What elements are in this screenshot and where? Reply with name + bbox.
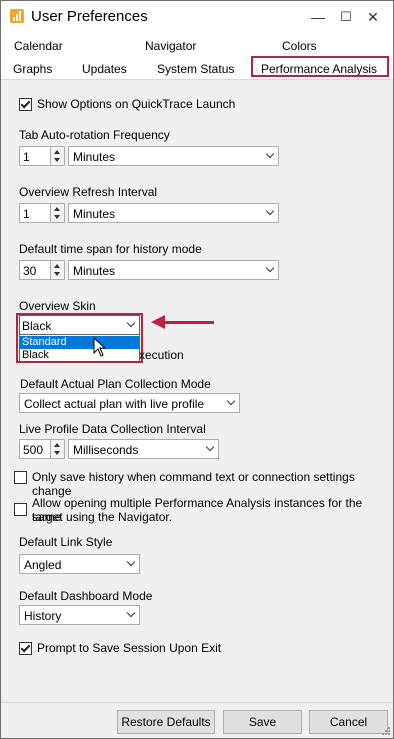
live-profile-unit-value: Milliseconds — [73, 443, 139, 457]
active-tab-highlight — [251, 56, 389, 77]
annotation-arrow-shaft — [164, 321, 214, 324]
maximize-button[interactable]: ☐ — [331, 6, 361, 28]
chevron-down-icon — [126, 557, 136, 567]
tab-rotation-value: 1 — [23, 150, 30, 164]
overview-refresh-unit-value: Minutes — [73, 207, 116, 221]
tab-system-status[interactable]: System Status — [157, 62, 234, 76]
overview-skin-label: Overview Skin — [19, 299, 96, 313]
prompt-save-label: Prompt to Save Session Upon Exit — [37, 641, 222, 655]
live-profile-stepper[interactable]: 500 — [19, 439, 65, 459]
stepper-arrows-icon[interactable] — [50, 440, 64, 458]
history-span-unit-select[interactable]: Minutes — [68, 260, 279, 280]
live-profile-label: Live Profile Data Collection Interval — [19, 422, 206, 436]
live-profile-value: 500 — [23, 443, 44, 457]
link-style-label: Default Link Style — [19, 535, 113, 549]
close-button[interactable]: ✕ — [358, 6, 388, 28]
only-save-history-label: Only save history when command text or c… — [32, 470, 355, 498]
save-button[interactable]: Save — [223, 710, 302, 734]
plan-mode-label: Default Actual Plan Collection Mode — [20, 377, 211, 391]
stepper-arrows-icon[interactable] — [50, 147, 64, 165]
tab-navigator[interactable]: Navigator — [145, 39, 196, 53]
show-options-label: Show Options on QuickTrace Launch — [37, 97, 236, 111]
overview-refresh-value: 1 — [23, 207, 30, 221]
overview-refresh-label: Overview Refresh Interval — [19, 185, 158, 199]
cancel-button[interactable]: Cancel — [309, 710, 388, 734]
allow-multiple-label-line2: target using the Navigator. — [32, 510, 173, 524]
chevron-down-icon — [265, 206, 275, 216]
chevron-down-icon — [126, 608, 136, 618]
plan-mode-select[interactable]: Collect actual plan with live profile — [19, 393, 240, 413]
chevron-down-icon — [265, 149, 275, 159]
chevron-down-icon — [265, 263, 275, 273]
dashboard-mode-select[interactable]: History — [19, 605, 140, 625]
link-style-value: Angled — [24, 558, 62, 572]
tab-rotation-stepper[interactable]: 1 — [19, 146, 65, 166]
minimize-button[interactable]: — — [303, 6, 333, 28]
overview-refresh-stepper[interactable]: 1 — [19, 203, 65, 223]
history-span-unit-value: Minutes — [73, 264, 116, 278]
stepper-arrows-icon[interactable] — [50, 261, 64, 279]
stepper-arrows-icon[interactable] — [50, 204, 64, 222]
history-span-stepper[interactable]: 30 — [19, 260, 65, 280]
tab-updates[interactable]: Updates — [82, 62, 127, 76]
tab-graphs[interactable]: Graphs — [13, 62, 52, 76]
link-style-select[interactable]: Angled — [19, 554, 140, 574]
tab-calendar[interactable]: Calendar — [14, 39, 63, 53]
chevron-down-icon — [226, 396, 236, 406]
chevron-down-icon — [205, 442, 215, 452]
show-options-checkbox[interactable] — [19, 98, 32, 111]
tab-rotation-label: Tab Auto-rotation Frequency — [19, 128, 170, 142]
dashboard-mode-value: History — [24, 609, 62, 623]
prompt-save-checkbox[interactable] — [19, 642, 32, 655]
preferences-window: User Preferences — ☐ ✕ Calendar Navigato… — [0, 0, 394, 739]
tab-rotation-unit-value: Minutes — [73, 150, 116, 164]
title-bar: User Preferences — ☐ ✕ — [1, 1, 393, 32]
restore-defaults-button[interactable]: Restore Defaults — [117, 710, 215, 734]
skin-highlight-box — [16, 313, 143, 363]
history-span-value: 30 — [23, 264, 37, 278]
panel-divider — [1, 79, 393, 80]
obscured-checkbox-label: xecution — [139, 348, 184, 362]
footer-divider — [1, 702, 393, 703]
window-title: User Preferences — [31, 8, 148, 25]
live-profile-unit-select[interactable]: Milliseconds — [68, 439, 219, 459]
dashboard-mode-label: Default Dashboard Mode — [19, 589, 153, 603]
annotation-arrow-icon — [151, 315, 165, 329]
mouse-cursor-icon — [93, 337, 107, 357]
plan-mode-value: Collect actual plan with live profile — [24, 397, 205, 411]
overview-refresh-unit-select[interactable]: Minutes — [68, 203, 279, 223]
history-span-label: Default time span for history mode — [19, 242, 202, 256]
allow-multiple-checkbox[interactable] — [14, 503, 27, 516]
tab-colors[interactable]: Colors — [282, 39, 317, 53]
tab-rotation-unit-select[interactable]: Minutes — [68, 146, 279, 166]
app-chart-icon — [10, 9, 24, 23]
resize-grip-icon[interactable] — [382, 727, 390, 735]
only-save-history-checkbox[interactable] — [14, 471, 27, 484]
